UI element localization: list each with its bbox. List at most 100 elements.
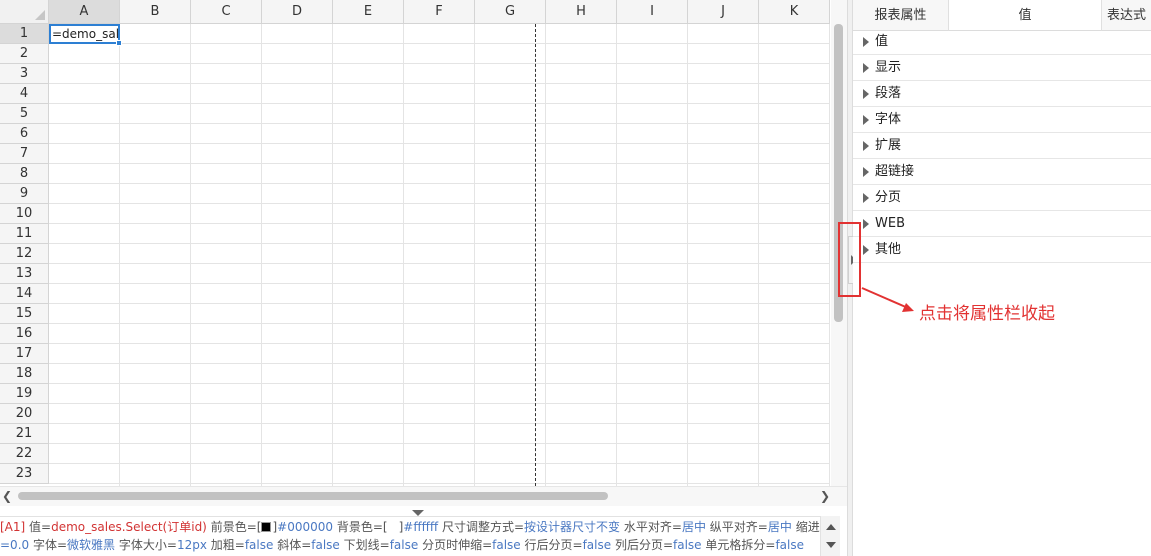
column-header-c[interactable]: C	[191, 0, 262, 24]
row-header-15[interactable]: 15	[0, 304, 49, 324]
grid-row-line	[49, 443, 830, 444]
row-header-12[interactable]: 12	[0, 244, 49, 264]
row-header-3[interactable]: 3	[0, 64, 49, 84]
column-header-k[interactable]: K	[759, 0, 830, 24]
grid-column-line	[403, 24, 404, 486]
row-header-8[interactable]: 8	[0, 164, 49, 184]
status-size-key: 尺寸调整方式=	[441, 520, 525, 534]
grid-row-line	[49, 463, 830, 464]
status-bg-key: 背景色=[	[336, 520, 388, 534]
prop-group-value[interactable]: 值	[853, 29, 1151, 55]
cell-grid[interactable]	[49, 24, 830, 486]
scroll-left-icon[interactable]: ❮	[0, 487, 14, 505]
row-header-5[interactable]: 5	[0, 104, 49, 124]
prop-group-hyperlink[interactable]: 超链接	[853, 159, 1151, 185]
status-indent-val: =0.0	[0, 538, 30, 552]
row-header-14[interactable]: 14	[0, 284, 49, 304]
prop-group-label: 字体	[875, 112, 902, 127]
spreadsheet[interactable]: A B C D E F G H I J K 1 2 3 4 5 6 7 8 9 …	[0, 0, 830, 486]
status-shrink-key: 分页时伸缩=	[422, 538, 493, 552]
row-header-20[interactable]: 20	[0, 404, 49, 424]
grid-column-line	[758, 24, 759, 486]
grid-column-line	[190, 24, 191, 486]
column-header-i[interactable]: I	[617, 0, 688, 24]
select-all-corner[interactable]	[0, 0, 49, 24]
cell-a1[interactable]: =demo_sales	[49, 24, 120, 44]
status-italic-val: false	[311, 538, 340, 552]
column-header-f[interactable]: F	[404, 0, 475, 24]
tab-expression[interactable]: 表达式	[1102, 0, 1151, 31]
row-header-2[interactable]: 2	[0, 44, 49, 64]
status-rowbreak-key: 行后分页=	[524, 538, 583, 552]
column-header-a[interactable]: A	[49, 0, 120, 24]
grid-row-line	[49, 43, 830, 44]
row-header-17[interactable]: 17	[0, 344, 49, 364]
horizontal-scroll-thumb[interactable]	[18, 492, 608, 500]
status-scroll-up-icon[interactable]	[826, 524, 836, 530]
column-header-j[interactable]: J	[688, 0, 759, 24]
report-designer: A B C D E F G H I J K 1 2 3 4 5 6 7 8 9 …	[0, 0, 1151, 556]
grid-row-line	[49, 103, 830, 104]
prop-group-label: 其他	[875, 242, 902, 257]
row-header-6[interactable]: 6	[0, 124, 49, 144]
grid-row-line	[49, 263, 830, 264]
row-header-16[interactable]: 16	[0, 324, 49, 344]
prop-group-paging[interactable]: 分页	[853, 185, 1151, 211]
status-scroll-down-icon[interactable]	[826, 542, 836, 548]
prop-group-label: WEB	[875, 216, 905, 231]
status-line-2: =0.0 字体=微软雅黑 字体大小=12px 加粗=false 斜体=false…	[0, 537, 820, 555]
row-header-18[interactable]: 18	[0, 364, 49, 384]
row-header-21[interactable]: 21	[0, 424, 49, 444]
row-header-22[interactable]: 22	[0, 444, 49, 464]
prop-group-extend[interactable]: 扩展	[853, 133, 1151, 159]
status-halign-key: 水平对齐=	[623, 520, 682, 534]
tab-value[interactable]: 值	[949, 0, 1102, 31]
status-fg-key: 前景色=[	[210, 520, 262, 534]
grid-column-line	[829, 24, 830, 486]
grid-row-line	[49, 243, 830, 244]
status-halign-val: 居中	[681, 520, 706, 534]
status-rowbreak-val: false	[582, 538, 612, 552]
expand-arrow-icon	[863, 89, 869, 99]
status-font-key: 字体=	[32, 538, 68, 552]
row-header-10[interactable]: 10	[0, 204, 49, 224]
row-header-9[interactable]: 9	[0, 184, 49, 204]
status-fg-val: #000000	[277, 520, 334, 534]
status-indent-key: 缩进	[795, 520, 820, 534]
grid-row-line	[49, 63, 830, 64]
prop-group-web[interactable]: WEB	[853, 211, 1151, 237]
status-value-key: 值=	[29, 520, 52, 534]
column-header-d[interactable]: D	[262, 0, 333, 24]
grid-row-line	[49, 183, 830, 184]
row-header-23[interactable]: 23	[0, 464, 49, 484]
status-split-key: 单元格拆分=	[705, 538, 776, 552]
prop-group-label: 超链接	[875, 164, 915, 179]
status-scrollbar[interactable]	[820, 516, 840, 556]
row-header-11[interactable]: 11	[0, 224, 49, 244]
scroll-right-icon[interactable]: ❯	[818, 487, 832, 505]
row-header-1[interactable]: 1	[0, 24, 49, 44]
status-fontsize-key: 字体大小=	[118, 538, 177, 552]
prop-group-font[interactable]: 字体	[853, 107, 1151, 133]
expand-arrow-icon	[863, 219, 869, 229]
row-header-19[interactable]: 19	[0, 384, 49, 404]
column-header-h[interactable]: H	[546, 0, 617, 24]
column-header-g[interactable]: G	[475, 0, 546, 24]
grid-column-line	[687, 24, 688, 486]
row-header-13[interactable]: 13	[0, 264, 49, 284]
status-cell-ref: [A1]	[0, 520, 26, 534]
grid-column-line	[474, 24, 475, 486]
row-header-4[interactable]: 4	[0, 84, 49, 104]
fill-handle[interactable]	[116, 40, 122, 46]
corner-triangle-icon	[35, 10, 45, 20]
prop-group-display[interactable]: 显示	[853, 55, 1151, 81]
column-header-b[interactable]: B	[120, 0, 191, 24]
grid-row-line	[49, 283, 830, 284]
prop-group-other[interactable]: 其他	[853, 237, 1151, 263]
row-header-7[interactable]: 7	[0, 144, 49, 164]
column-header-e[interactable]: E	[333, 0, 404, 24]
highlight-box	[838, 222, 861, 297]
prop-group-paragraph[interactable]: 段落	[853, 81, 1151, 107]
expand-arrow-icon	[863, 167, 869, 177]
tab-report-properties[interactable]: 报表属性	[853, 0, 949, 31]
